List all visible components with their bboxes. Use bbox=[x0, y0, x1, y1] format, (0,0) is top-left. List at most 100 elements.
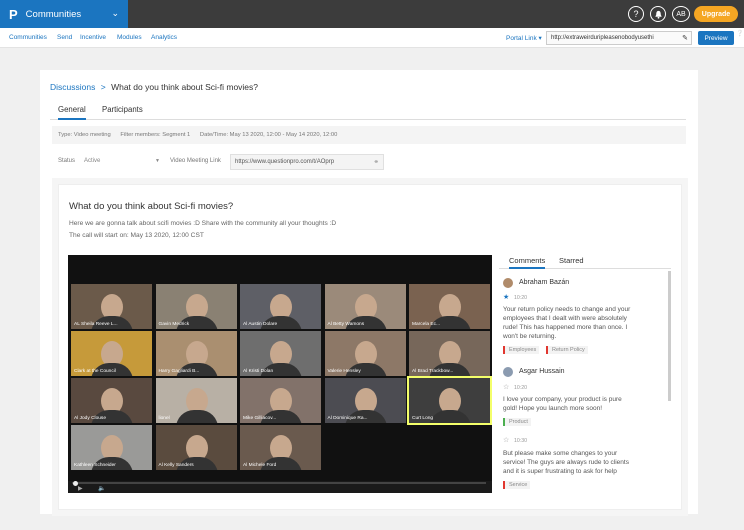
participant-tile[interactable]: Harry Gagliardi B... bbox=[155, 331, 237, 376]
video-link-label: Video Meeting Link bbox=[170, 158, 221, 164]
video-progress-bar[interactable] bbox=[72, 481, 486, 486]
participant-tile[interactable]: Al Kelly Sanders bbox=[155, 425, 237, 470]
participant-name: Valerie Hensley bbox=[327, 369, 361, 374]
participant-tile[interactable]: Al Michele Ford bbox=[240, 425, 321, 470]
comment-author[interactable]: Abraham Bazán bbox=[519, 279, 569, 286]
comment-text: Your return policy needs to change and y… bbox=[503, 305, 663, 341]
participant-tile[interactable]: Marcela Ec... bbox=[409, 284, 490, 329]
discussion-start: The call will start on: May 13 2020, 12:… bbox=[69, 232, 204, 239]
participant-tile[interactable]: Gavin Medrick bbox=[155, 284, 237, 329]
tab-general[interactable]: General bbox=[58, 105, 86, 120]
video-link-value: https://www.questionpro.com/t/AOprp bbox=[235, 159, 335, 165]
upgrade-button[interactable]: Upgrade bbox=[694, 6, 738, 22]
comment-line: rude! This has happened more than once. … bbox=[503, 324, 628, 331]
portal-link-input[interactable]: http://extraweirduripleasenobodyusethi ✎ bbox=[546, 31, 692, 45]
nav-modules[interactable]: Modules bbox=[117, 34, 142, 41]
tab-starred[interactable]: Starred bbox=[559, 256, 584, 269]
comment-line: won't be returning. bbox=[503, 333, 557, 340]
participant-tile[interactable]: Al Betty Wamons bbox=[324, 284, 406, 329]
participant-tile[interactable]: Al Jody Clouse bbox=[71, 378, 152, 423]
participant-tile[interactable]: AL Sheila Reeve L... bbox=[71, 284, 152, 329]
comment-list: Abraham Bazán ★ 10:20 Your return policy… bbox=[499, 271, 671, 493]
link-icon[interactable]: ⚭ bbox=[374, 158, 379, 166]
tab-comments[interactable]: Comments bbox=[509, 256, 546, 269]
nav-row: Communities Send Incentive Modules Analy… bbox=[0, 28, 744, 48]
star-outline-icon[interactable]: ☆ bbox=[503, 436, 509, 444]
comment-text: But please make some changes to your ser… bbox=[503, 449, 663, 476]
user-avatar[interactable]: AB bbox=[672, 6, 690, 22]
top-bar: P Communities ⌄ ? AB Upgrade bbox=[0, 0, 744, 28]
volume-icon[interactable]: 🔈 bbox=[98, 485, 105, 492]
discussion-description: Here we are gonna talk about scifi movie… bbox=[69, 220, 337, 227]
video-link-input[interactable]: https://www.questionpro.com/t/AOprp ⚭ bbox=[230, 154, 384, 170]
nav-incentive[interactable]: Incentive bbox=[80, 34, 106, 41]
comment-line: gold! Hope you launch more soon! bbox=[503, 405, 603, 412]
participant-tile[interactable]: Clark at the Council bbox=[71, 331, 152, 376]
edit-icon[interactable]: ✎ bbox=[682, 34, 688, 42]
nav-communities[interactable]: Communities bbox=[9, 34, 47, 41]
avatar bbox=[503, 278, 513, 288]
tab-participants[interactable]: Participants bbox=[102, 105, 143, 120]
preview-help-icon[interactable]: ❔ bbox=[736, 30, 743, 37]
participant-name: Al Brad Trackbow... bbox=[412, 369, 454, 374]
discussion-panel: What do you think about Sci-fi movies? H… bbox=[58, 184, 682, 510]
participant-tile[interactable]: Al Kristi Dolan bbox=[240, 331, 321, 376]
comment-tag[interactable]: Employees bbox=[503, 346, 540, 354]
breadcrumb: Discussions > What do you think about Sc… bbox=[50, 82, 258, 92]
breadcrumb-current: What do you think about Sci-fi movies? bbox=[111, 82, 259, 92]
participant-tile[interactable]: Mike Gilliacov... bbox=[240, 378, 321, 423]
meta-filter: Filter members: Segment 1 bbox=[120, 132, 191, 138]
participant-name: Al Dominique Ra... bbox=[327, 416, 368, 421]
comment-tag[interactable]: Return Policy bbox=[546, 346, 588, 354]
video-controls: ▶ 🔈 bbox=[68, 481, 492, 493]
video-player[interactable]: Al Michele Ford Al Kelly Sanders Kathleen … bbox=[68, 255, 492, 493]
discussion-title: What do you think about Sci-fi movies? bbox=[69, 201, 234, 212]
communities-switcher[interactable]: P Communities ⌄ bbox=[0, 0, 128, 28]
chevron-down-icon: ⌄ bbox=[111, 8, 119, 18]
participant-tile[interactable]: Al Dominique Ra... bbox=[324, 378, 406, 423]
participant-tile[interactable]: Al Brad Trackbow... bbox=[409, 331, 490, 376]
participant-tile[interactable]: Kathleen Schneider bbox=[71, 425, 152, 470]
participant-name: Al Austin Dolare bbox=[243, 322, 278, 327]
participant-name: Mike Gilliacov... bbox=[243, 416, 277, 421]
participant-tile[interactable]: Curt Long bbox=[407, 376, 492, 425]
comment-line: employees that I dealt with were absolut… bbox=[503, 315, 627, 322]
comment-tag[interactable]: Service bbox=[503, 481, 531, 489]
comment-date: 10:30 bbox=[514, 438, 527, 444]
status-label: Status bbox=[58, 158, 76, 164]
breadcrumb-discussions[interactable]: Discussions bbox=[50, 82, 95, 92]
comment-line: I love your company, your product is pur… bbox=[503, 396, 622, 403]
preview-button[interactable]: Preview bbox=[698, 31, 734, 45]
bell-icon[interactable] bbox=[650, 6, 666, 22]
portal-link-dropdown[interactable]: Portal Link ▾ bbox=[506, 34, 542, 42]
participant-name: Clark at the Council bbox=[74, 369, 116, 374]
comment-tag[interactable]: Product bbox=[503, 418, 531, 426]
participant-name: Curt Long bbox=[412, 416, 434, 421]
participant-tile[interactable]: Al Austin Dolare bbox=[240, 284, 321, 329]
comment-date: 10:20 bbox=[514, 295, 527, 301]
comments-scrollbar[interactable] bbox=[668, 271, 671, 401]
participant-name: lionel bbox=[158, 416, 170, 421]
comment-line: But please make some changes to your bbox=[503, 450, 618, 457]
participant-body bbox=[429, 410, 471, 423]
discussion-tabs: General Participants bbox=[50, 102, 686, 120]
comment-line: Your return policy needs to change and y… bbox=[503, 306, 631, 313]
play-icon[interactable]: ▶ bbox=[78, 485, 83, 492]
participant-name: AL Sheila Reeve L... bbox=[74, 322, 118, 327]
status-select[interactable]: Active ▼ bbox=[84, 156, 160, 168]
star-filled-icon[interactable]: ★ bbox=[503, 293, 509, 301]
nav-analytics[interactable]: Analytics bbox=[151, 34, 177, 41]
star-outline-icon[interactable]: ☆ bbox=[503, 383, 509, 391]
nav-send[interactable]: Send bbox=[57, 34, 72, 41]
brand-name: Communities bbox=[25, 8, 82, 20]
caret-down-icon: ▼ bbox=[155, 158, 160, 164]
meeting-meta: Type: Video meeting Filter members: Segm… bbox=[52, 126, 686, 144]
status-value: Active bbox=[84, 158, 101, 164]
help-icon[interactable]: ? bbox=[628, 6, 644, 22]
meta-type: Type: Video meeting bbox=[58, 132, 111, 138]
participant-tile[interactable]: lionel bbox=[155, 378, 237, 423]
brand-logo: P bbox=[9, 6, 18, 22]
participant-tile[interactable]: Valerie Hensley bbox=[324, 331, 406, 376]
participant-name: Al Betty Wamons bbox=[327, 322, 365, 327]
comment-author[interactable]: Asgar Hussain bbox=[519, 368, 565, 375]
